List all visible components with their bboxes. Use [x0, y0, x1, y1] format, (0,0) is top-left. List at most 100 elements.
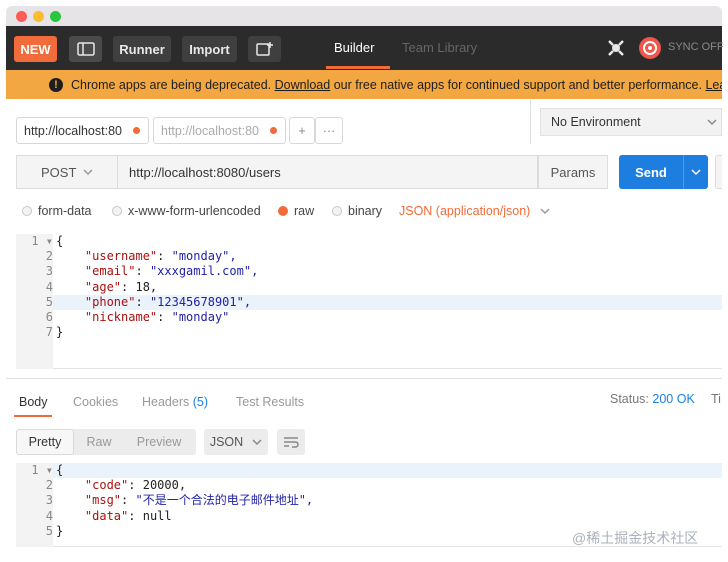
divider: [530, 100, 531, 144]
json-value: 18,: [135, 279, 158, 294]
code-line: "data": null: [84, 508, 172, 523]
chevron-down-icon: [707, 119, 717, 126]
deprecation-banner: ! Chrome apps are being deprecated. Down…: [6, 70, 722, 99]
url-input[interactable]: http://localhost:8080/users: [118, 155, 538, 189]
tab-response-body[interactable]: Body: [19, 395, 48, 409]
view-raw-button[interactable]: Raw: [74, 429, 124, 455]
json-key: "email": [84, 264, 136, 279]
request-tab[interactable]: http://localhost:80: [153, 117, 286, 144]
radio-selected-icon: [278, 206, 288, 216]
tab-response-headers[interactable]: Headers (5): [142, 395, 208, 409]
layout-toggle-button[interactable]: [69, 36, 102, 62]
code-line: "nickname": "monday": [84, 309, 230, 324]
body-type-form-data[interactable]: form-data: [22, 204, 92, 218]
sync-status-button[interactable]: [638, 36, 662, 63]
json-value: "12345678901",: [149, 294, 252, 309]
body-type-binary[interactable]: binary: [332, 204, 382, 218]
add-tab-button[interactable]: +: [289, 117, 315, 144]
headers-count-badge: (5): [192, 395, 209, 409]
line-number: 3: [45, 264, 53, 279]
view-pretty-button[interactable]: Pretty: [16, 429, 74, 455]
close-window-icon[interactable]: [16, 11, 27, 22]
chevron-down-icon: [83, 169, 93, 176]
code-line: "msg": "不是一个合法的电子邮件地址",: [84, 493, 314, 508]
line-number: 2: [45, 478, 53, 493]
learn-more-link[interactable]: Learn: [705, 78, 722, 92]
request-tab-label: http://localhost:80: [161, 123, 259, 138]
code-line: "age": 18,: [84, 279, 158, 294]
new-button[interactable]: NEW: [14, 36, 57, 62]
download-link[interactable]: Download: [275, 78, 331, 92]
chevron-down-icon: [691, 168, 701, 175]
main-toolbar: NEW Runner Import Builder Team Library S…: [6, 26, 724, 70]
line-number: 6: [45, 309, 53, 324]
new-window-button[interactable]: [248, 36, 281, 62]
code-line: {: [56, 463, 64, 477]
line-number: 7: [45, 325, 53, 340]
radio-icon: [332, 206, 342, 216]
line-number: 3: [45, 493, 53, 508]
save-button[interactable]: [715, 155, 722, 189]
line-number: 5: [45, 294, 53, 309]
interceptor-button[interactable]: [606, 38, 626, 61]
chevron-down-icon: [252, 438, 262, 445]
layout-toggle-icon: [76, 42, 95, 56]
json-value: 20000,: [142, 478, 187, 493]
json-key: "code": [84, 478, 129, 493]
sync-status-label: SYNC OFF: [668, 41, 724, 53]
watermark: @稀土掘金技术社区: [572, 530, 699, 546]
body-type-raw[interactable]: raw: [278, 204, 314, 218]
tab-label: Headers: [142, 395, 190, 409]
tab-builder[interactable]: Builder: [334, 40, 374, 55]
runner-button[interactable]: Runner: [113, 36, 171, 62]
json-key: "phone": [84, 294, 136, 309]
json-key: "age": [84, 279, 122, 294]
radio-icon: [112, 206, 122, 216]
json-value: "monday": [171, 309, 230, 324]
window-titlebar: [6, 6, 722, 26]
active-tab-indicator: [326, 66, 390, 69]
unsaved-dot-icon: [133, 127, 140, 134]
status-value: 200 OK: [652, 392, 695, 406]
response-body-code: { "code": 20000, "msg": "不是一个合法的电子邮件地址",…: [56, 463, 313, 539]
line-number: 2: [45, 249, 53, 264]
method-select[interactable]: POST: [16, 155, 118, 189]
tab-response-test-results[interactable]: Test Results: [236, 395, 304, 409]
line-number-gutter: 1 ▾ 2 3 4 5: [16, 463, 53, 547]
radio-label: form-data: [38, 204, 92, 218]
content-type-select[interactable]: JSON (application/json): [399, 204, 550, 218]
environment-select[interactable]: No Environment: [540, 108, 722, 136]
request-tab[interactable]: http://localhost:80: [16, 117, 149, 144]
unsaved-dot-icon: [270, 127, 277, 134]
response-format-select[interactable]: JSON: [204, 429, 268, 455]
view-preview-button[interactable]: Preview: [126, 429, 192, 455]
chevron-down-icon: [540, 207, 550, 214]
json-key: "nickname": [84, 309, 158, 324]
params-button[interactable]: Params: [538, 155, 608, 189]
import-button[interactable]: Import: [182, 36, 237, 62]
line-number: 4: [45, 279, 53, 294]
json-value: "monday",: [171, 249, 237, 264]
active-tab-indicator: [14, 415, 52, 417]
wrap-lines-button[interactable]: [277, 429, 305, 455]
maximize-window-icon[interactable]: [50, 11, 61, 22]
line-number-gutter: 1 ▾ 2 3 4 5 6 7: [16, 234, 53, 369]
more-tabs-button[interactable]: ···: [315, 117, 343, 144]
tab-response-cookies[interactable]: Cookies: [73, 395, 118, 409]
banner-text-before: Chrome apps are being deprecated.: [71, 77, 272, 92]
code-line: "phone": "12345678901",: [84, 294, 252, 309]
minimize-window-icon[interactable]: [33, 11, 44, 22]
status-label: Status:: [610, 392, 649, 406]
response-status: Status: 200 OK: [610, 392, 695, 406]
warning-icon: !: [49, 77, 63, 92]
tab-team-library[interactable]: Team Library: [402, 40, 477, 55]
radio-label: raw: [294, 204, 315, 218]
send-options-button[interactable]: [683, 155, 708, 189]
body-type-urlencoded[interactable]: x-www-form-urlencoded: [112, 204, 261, 218]
code-line: {: [56, 234, 64, 248]
request-body-editor[interactable]: 1 ▾ 2 3 4 5 6 7 { "username": "monday", "…: [16, 234, 722, 369]
satellite-icon: [608, 40, 624, 56]
format-value: JSON: [209, 435, 244, 449]
send-button[interactable]: Send: [619, 155, 683, 189]
banner-text-after: our free native apps for continued suppo…: [333, 77, 702, 92]
